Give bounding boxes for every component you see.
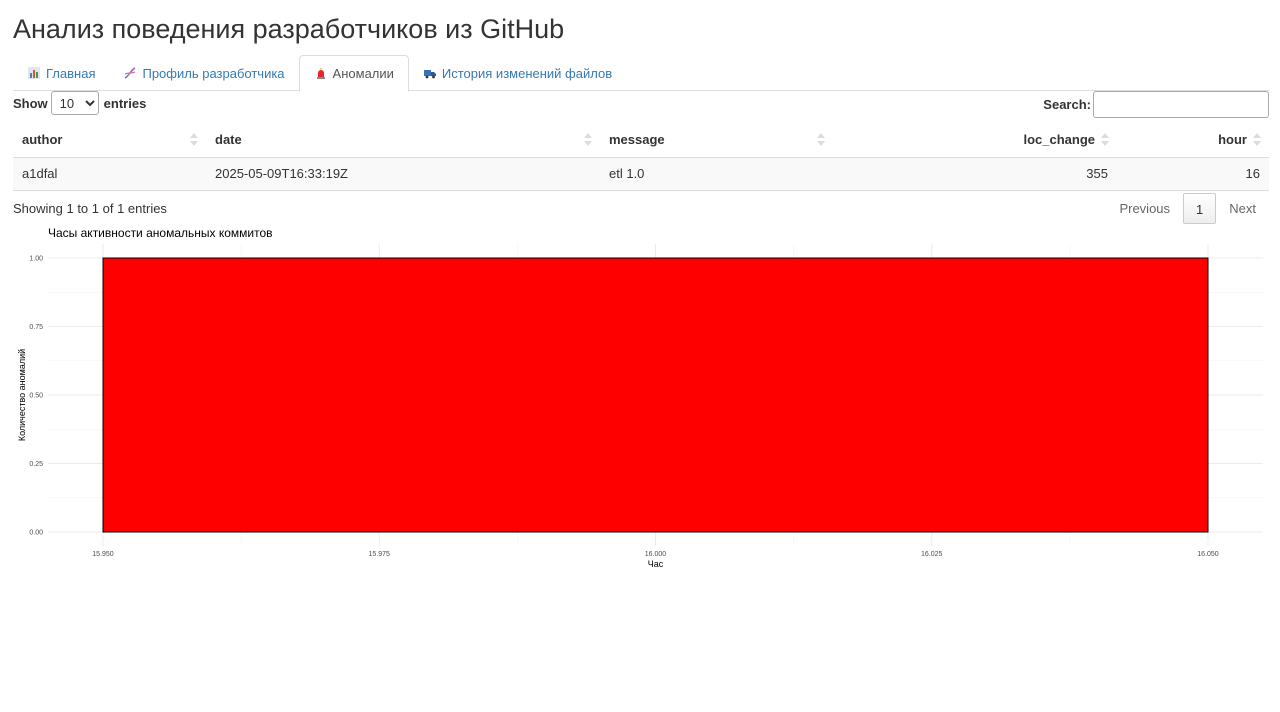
cell-date: 2025-05-09T16:33:19Z — [206, 157, 600, 191]
search-input[interactable] — [1093, 91, 1269, 118]
show-label: Show — [13, 95, 48, 111]
tab-anomalies[interactable]: Аномалии — [298, 55, 409, 92]
tab-file-history-label: История изменений файлов — [441, 65, 613, 81]
chart-bar — [102, 257, 1209, 533]
tab-file-history[interactable]: История изменений файлов — [409, 55, 626, 91]
entries-label: entries — [103, 95, 147, 111]
x-axis-label: Час — [648, 559, 664, 569]
pagination: Previous 1 Next — [1106, 193, 1269, 224]
y-axis-label: Количество аномалий — [17, 349, 27, 441]
tab-main-label: Главная — [46, 65, 96, 81]
table-row: a1dfal 2025-05-09T16:33:19Z etl 1.0 355 … — [13, 157, 1269, 191]
anomalies-table: author date message loc_change hour a1df… — [13, 123, 1269, 191]
cell-author: a1dfal — [13, 157, 206, 191]
x-tick-label: 15.950 — [92, 551, 114, 558]
chart-title: Часы активности аномальных коммитов — [48, 226, 273, 240]
table-info: Showing 1 to 1 of 1 entries — [13, 201, 167, 216]
sort-icon — [817, 132, 825, 148]
column-header-message[interactable]: message — [600, 123, 833, 158]
tab-anomalies-label: Аномалии — [332, 66, 394, 81]
page-length-control: Show 10 entries — [13, 91, 146, 115]
x-tick-label: 16.050 — [1197, 551, 1219, 558]
x-tick-label: 15.975 — [369, 551, 391, 558]
current-page-button[interactable]: 1 — [1183, 193, 1217, 224]
x-tick-label: 16.025 — [921, 551, 943, 558]
column-header-author[interactable]: author — [13, 123, 206, 158]
cell-loc-change: 355 — [833, 157, 1117, 191]
page-length-select[interactable]: 10 — [50, 91, 99, 115]
previous-page-button[interactable]: Previous — [1106, 193, 1183, 224]
cell-message: etl 1.0 — [600, 157, 833, 191]
tab-main[interactable]: Главная — [13, 55, 109, 91]
sort-icon — [190, 132, 198, 148]
search-label: Search: — [1043, 97, 1091, 112]
alarm-light-icon — [315, 67, 327, 80]
sort-icon — [1101, 132, 1109, 148]
y-tick-label: 0.50 — [29, 393, 43, 400]
anomaly-hours-chart: Часы активности аномальных коммитов 0.00 0… — [17, 226, 1263, 569]
next-page-button[interactable]: Next — [1216, 193, 1269, 224]
tab-bar: Главная Профиль разработчика Аномалии Ис… — [13, 55, 1269, 92]
y-tick-label: 0.00 — [29, 530, 43, 537]
tab-developer-profile-label: Профиль разработчика — [142, 65, 285, 81]
table-header-row: author date message loc_change hour — [13, 123, 1269, 158]
column-header-date[interactable]: date — [206, 123, 600, 158]
tab-developer-profile[interactable]: Профиль разработчика — [109, 55, 298, 91]
cell-hour: 16 — [1117, 157, 1269, 191]
y-tick-label: 0.25 — [29, 461, 43, 468]
dna-icon — [124, 67, 136, 79]
truck-icon — [423, 67, 436, 79]
bar-chart-icon — [28, 67, 40, 79]
column-header-hour[interactable]: hour — [1117, 123, 1269, 158]
y-tick-label: 1.00 — [29, 256, 43, 263]
table-search: Search: — [1043, 91, 1269, 118]
sort-icon — [1253, 132, 1261, 148]
page-title: Анализ поведения разработчиков из GitHub — [13, 14, 565, 44]
y-tick-label: 0.75 — [29, 324, 43, 331]
x-tick-label: 16.000 — [645, 551, 667, 558]
column-header-loc-change[interactable]: loc_change — [833, 123, 1117, 158]
sort-icon — [584, 132, 592, 148]
